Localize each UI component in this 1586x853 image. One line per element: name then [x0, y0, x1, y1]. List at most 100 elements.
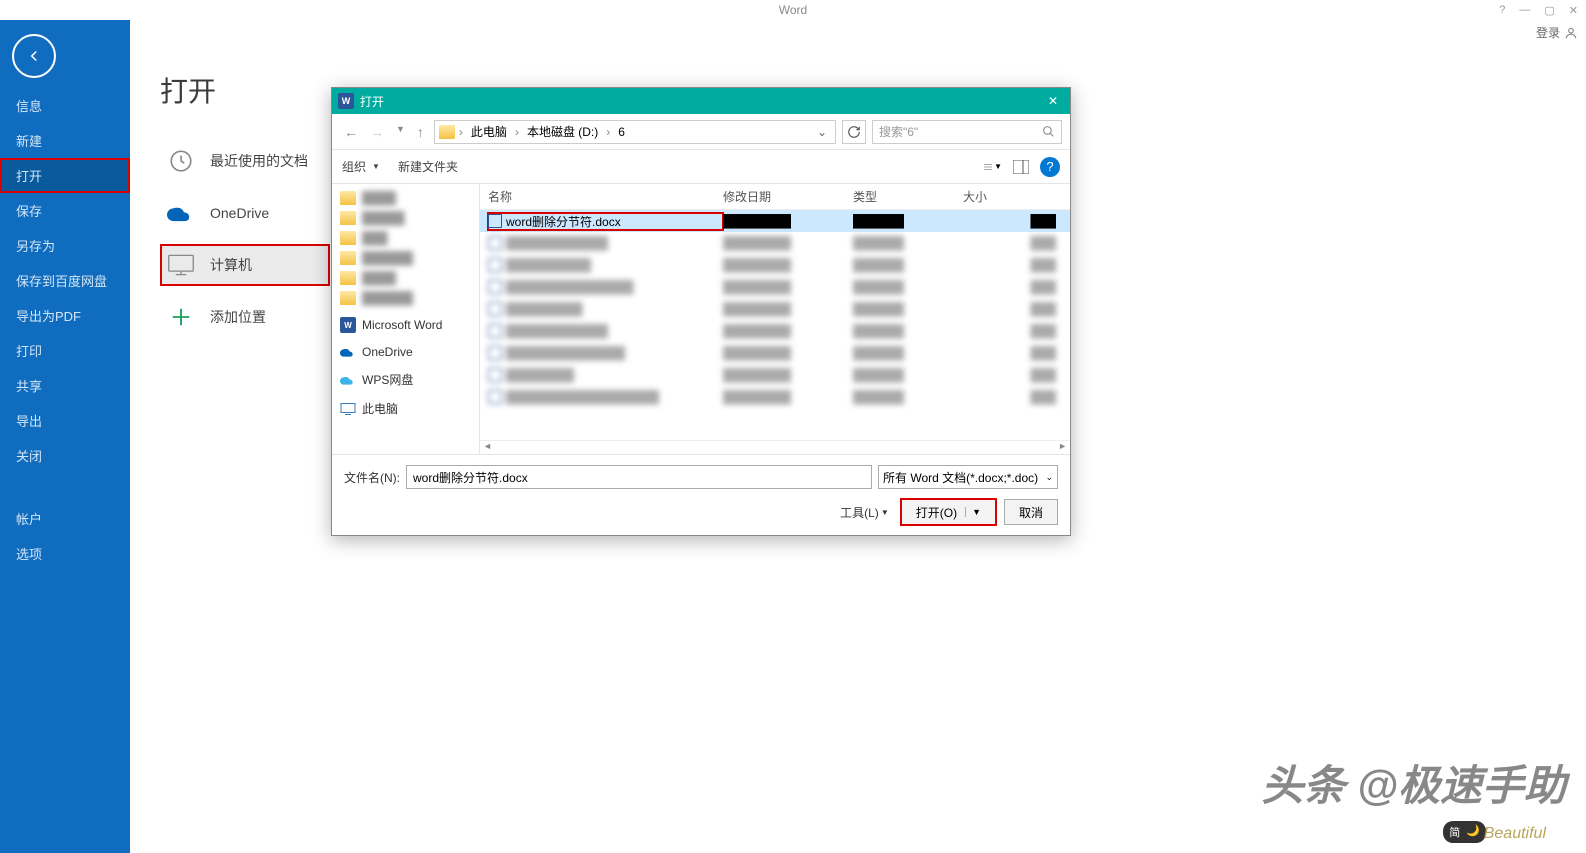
filename-input[interactable] [406, 465, 872, 489]
dialog-close-button[interactable]: ✕ [1042, 92, 1064, 110]
sidebar-item-options[interactable]: 选项 [0, 536, 130, 571]
file-row[interactable]: word删除分节符.docx █████████████████ [480, 210, 1070, 232]
cloud-icon [340, 374, 356, 386]
cancel-button[interactable]: 取消 [1004, 499, 1058, 525]
breadcrumb-dropdown-icon[interactable]: ⌄ [813, 125, 831, 139]
breadcrumb[interactable]: › 此电脑 › 本地磁盘 (D:) › 6 ⌄ [434, 120, 836, 144]
tree-item[interactable]: ██████ [332, 288, 479, 308]
file-row[interactable]: ████████████████████████████████ [480, 276, 1070, 298]
dialog-toolbar: 组织▼ 新建文件夹 ▼ ? [332, 150, 1070, 184]
folder-tree[interactable]: ████ █████ ███ ██████ ████ ██████ WMicro… [332, 184, 480, 454]
file-list[interactable]: 名称 修改日期 类型 大小 word删除分节符.docx ███████████… [480, 184, 1070, 454]
place-add[interactable]: 添加位置 [160, 296, 330, 338]
sidebar-item-export[interactable]: 导出 [0, 403, 130, 438]
place-recent[interactable]: 最近使用的文档 [160, 140, 330, 182]
view-list-icon[interactable]: ▼ [984, 158, 1002, 176]
breadcrumb-item[interactable]: 6 [614, 125, 629, 139]
folder-icon [439, 125, 455, 139]
col-name[interactable]: 名称 [488, 188, 723, 205]
place-label: 添加位置 [210, 307, 266, 327]
place-onedrive[interactable]: OneDrive [160, 192, 330, 234]
close-icon[interactable]: ✕ [1569, 4, 1578, 17]
file-row[interactable]: ███████████████████████████ [480, 254, 1070, 276]
dialog-footer: 文件名(N): 所有 Word 文档(*.docx;*.doc)⌄ 工具(L)▼… [332, 454, 1070, 535]
computer-icon [166, 250, 196, 280]
docx-icon [488, 214, 502, 228]
nav-forward-button[interactable]: → [366, 122, 388, 142]
col-date[interactable]: 修改日期 [723, 188, 853, 205]
onedrive-icon [166, 198, 196, 228]
filetype-select[interactable]: 所有 Word 文档(*.docx;*.doc)⌄ [878, 465, 1058, 489]
nav-back-button[interactable]: ← [340, 122, 362, 142]
tree-item[interactable]: █████ [332, 208, 479, 228]
pc-icon [340, 402, 356, 416]
sidebar-item-baidu[interactable]: 保存到百度网盘 [0, 263, 130, 298]
sidebar-item-new[interactable]: 新建 [0, 123, 130, 158]
tree-item[interactable]: ███ [332, 228, 479, 248]
back-button[interactable] [12, 34, 56, 78]
search-placeholder: 搜索"6" [879, 123, 1042, 140]
dialog-titlebar: W 打开 ✕ [332, 88, 1070, 114]
filename-label: 文件名(N): [344, 469, 400, 486]
refresh-button[interactable] [842, 120, 866, 144]
watermark-sub: Beautiful [1484, 825, 1546, 843]
search-icon [1042, 125, 1055, 138]
file-row[interactable]: ███████████████████████████████████ [480, 386, 1070, 408]
newfolder-button[interactable]: 新建文件夹 [398, 158, 458, 175]
word-icon: W [338, 93, 354, 109]
onedrive-icon [340, 346, 356, 358]
tree-item[interactable]: ████ [332, 188, 479, 208]
file-name: word删除分节符.docx [506, 213, 621, 230]
sidebar-item-saveas[interactable]: 另存为 [0, 228, 130, 263]
horizontal-scrollbar[interactable] [480, 440, 1070, 454]
open-button[interactable]: 打开(O)▼ [901, 499, 996, 525]
watermark-text: 头条 @极速手助 [1261, 752, 1566, 813]
organize-button[interactable]: 组织▼ [342, 158, 380, 175]
sidebar-item-open[interactable]: 打开 [0, 158, 130, 193]
preview-pane-icon[interactable] [1012, 158, 1030, 176]
plus-icon [166, 302, 196, 332]
file-row[interactable]: ██████████████████████████ [480, 298, 1070, 320]
tree-item[interactable]: ██████ [332, 248, 479, 268]
sidebar-item-share[interactable]: 共享 [0, 368, 130, 403]
minimize-icon[interactable]: — [1519, 4, 1530, 16]
open-dropdown-icon[interactable]: ▼ [965, 507, 981, 517]
dialog-title: 打开 [360, 93, 384, 110]
place-label: OneDrive [210, 205, 269, 221]
place-label: 最近使用的文档 [210, 151, 308, 171]
window-controls: ? — ▢ ✕ [1499, 4, 1578, 17]
nav-dropdown-button[interactable]: ▼ [392, 122, 409, 142]
file-row[interactable]: ███████████████████████████████ [480, 342, 1070, 364]
place-computer[interactable]: 计算机 [160, 244, 330, 286]
help-icon[interactable]: ? [1499, 4, 1505, 16]
app-titlebar: Word ? — ▢ ✕ [0, 0, 1586, 20]
col-type[interactable]: 类型 [853, 188, 963, 205]
search-input[interactable]: 搜索"6" [872, 120, 1062, 144]
sidebar-item-print[interactable]: 打印 [0, 333, 130, 368]
tools-button[interactable]: 工具(L)▼ [840, 504, 889, 521]
file-row[interactable]: █████████████████████████ [480, 364, 1070, 386]
breadcrumb-item[interactable]: 本地磁盘 (D:) [523, 123, 602, 140]
dialog-nav: ← → ▼ ↑ › 此电脑 › 本地磁盘 (D:) › 6 ⌄ 搜索"6" [332, 114, 1070, 150]
tree-item-wps[interactable]: WPS网盘 [332, 368, 479, 391]
app-title: Word [779, 3, 807, 17]
tree-item[interactable]: ████ [332, 268, 479, 288]
theme-switcher[interactable]: 简🌙 [1443, 821, 1486, 843]
sidebar-item-pdf[interactable]: 导出为PDF [0, 298, 130, 333]
tree-item-thispc[interactable]: 此电脑 [332, 397, 479, 420]
sidebar-item-close[interactable]: 关闭 [0, 438, 130, 473]
sidebar-item-account[interactable]: 帐户 [0, 501, 130, 536]
col-size[interactable]: 大小 [963, 188, 1062, 205]
file-list-header: 名称 修改日期 类型 大小 [480, 184, 1070, 210]
help-button[interactable]: ? [1040, 157, 1060, 177]
breadcrumb-item[interactable]: 此电脑 [467, 123, 511, 140]
sidebar-item-info[interactable]: 信息 [0, 88, 130, 123]
tree-item-onedrive[interactable]: OneDrive [332, 342, 479, 362]
restore-icon[interactable]: ▢ [1544, 4, 1554, 17]
nav-up-button[interactable]: ↑ [413, 122, 428, 142]
file-row[interactable]: █████████████████████████████ [480, 320, 1070, 342]
sidebar-item-save[interactable]: 保存 [0, 193, 130, 228]
login-link[interactable]: 登录 [1536, 24, 1578, 41]
file-row[interactable]: █████████████████████████████ [480, 232, 1070, 254]
tree-item-word[interactable]: WMicrosoft Word [332, 314, 479, 336]
